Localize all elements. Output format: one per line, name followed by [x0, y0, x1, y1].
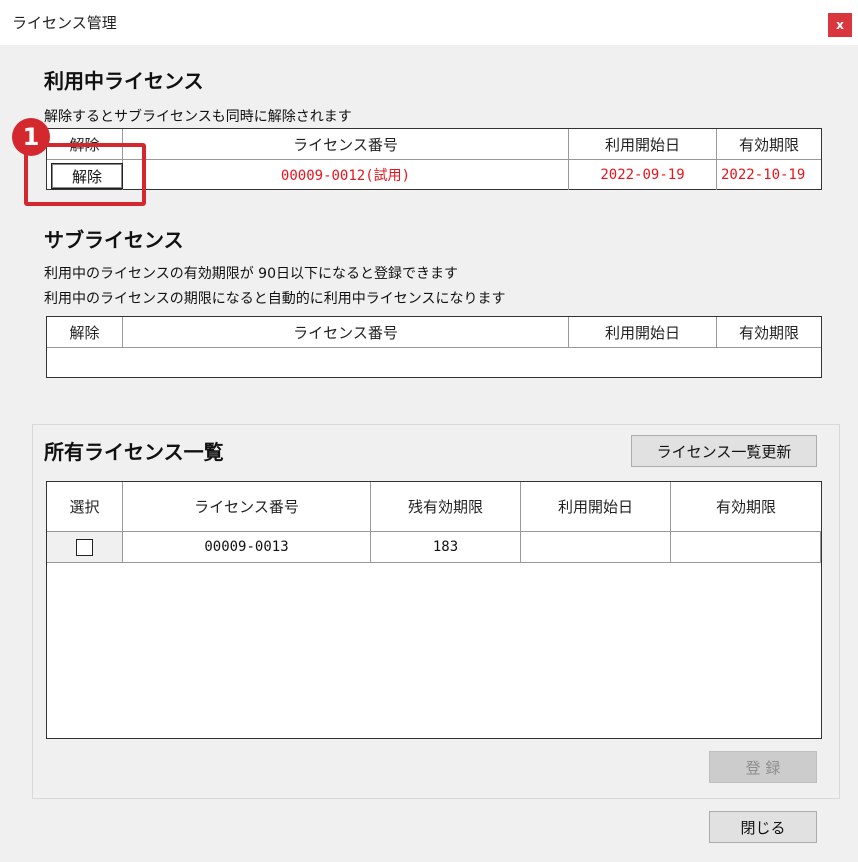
column-header-start-date: 利用開始日 [569, 129, 717, 159]
select-cell [47, 532, 123, 562]
start-date-cell: 2022-09-19 [569, 160, 717, 190]
expiry-date-cell: 2022-10-19 [721, 167, 806, 183]
column-header-release: 解除 [47, 317, 123, 347]
column-header-expiry: 有効期限 [671, 482, 821, 531]
title-bar: ライセンス管理 x [0, 0, 858, 45]
close-window-button[interactable]: x [828, 13, 852, 37]
owned-license-title: 所有ライセンス一覧 [44, 440, 224, 464]
column-header-remaining: 残有効期限 [371, 482, 521, 531]
active-license-description: 解除するとサブライセンスも同時に解除されます [44, 109, 352, 125]
remaining-validity-cell: 183 [371, 532, 521, 562]
sub-license-description-2: 利用中のライセンスの期限になると自動的に利用中ライセンスになります [44, 291, 506, 307]
refresh-license-list-button[interactable]: ライセンス一覧更新 [631, 435, 817, 467]
expiry-date-cell [671, 532, 821, 562]
close-button[interactable]: 閉じる [709, 811, 817, 843]
sub-license-table: 解除 ライセンス番号 利用開始日 有効期限 [46, 316, 822, 378]
row-divider [47, 562, 821, 563]
column-header-start-date: 利用開始日 [569, 317, 717, 347]
column-header-expiry: 有効期限 [717, 129, 821, 159]
license-management-window: ライセンス管理 x 利用中ライセンス 解除するとサブライセンスも同時に解除されま… [0, 0, 858, 862]
license-number-cell: 00009-0012(試用) [123, 160, 569, 190]
column-header-license-no: ライセンス番号 [123, 317, 569, 347]
annotation-highlight-box [24, 143, 146, 206]
annotation-step-badge: 1 [12, 118, 50, 156]
owned-license-table: 選択 ライセンス番号 残有効期限 利用開始日 有効期限 00009-0013 1… [46, 481, 822, 739]
column-header-select: 選択 [47, 482, 123, 531]
start-date-cell [521, 532, 671, 562]
select-checkbox[interactable] [76, 538, 93, 556]
window-title: ライセンス管理 [12, 14, 117, 32]
register-button[interactable]: 登 録 [709, 751, 817, 783]
active-license-title: 利用中ライセンス [44, 69, 204, 93]
active-license-table: 解除 ライセンス番号 利用開始日 有効期限 解除 00009-0012(試用) … [46, 128, 822, 190]
column-header-start-date: 利用開始日 [521, 482, 671, 531]
column-header-license-no: ライセンス番号 [123, 482, 371, 531]
sub-license-title: サブライセンス [44, 228, 184, 252]
column-header-license-no: ライセンス番号 [123, 129, 569, 159]
header-divider [47, 347, 821, 348]
license-number-cell: 00009-0013 [123, 532, 371, 562]
sub-license-description-1: 利用中のライセンスの有効期限が 90日以下になると登録できます [44, 266, 458, 282]
column-header-expiry: 有効期限 [717, 317, 821, 347]
